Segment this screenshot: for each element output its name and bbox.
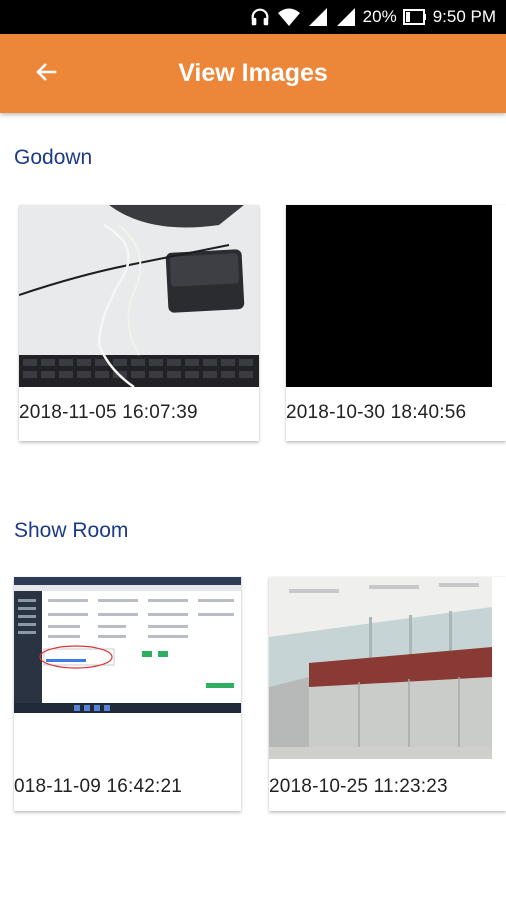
image-card[interactable]: 2018-10-30 18:40:56 — [286, 205, 506, 441]
image-timestamp: 2018-11-05 16:07:39 — [19, 402, 198, 423]
battery-percent: 20% — [362, 7, 397, 26]
signal-icon-2: 2 — [335, 6, 357, 28]
image-card[interactable]: 2018-11-05 16:07:39 — [19, 205, 259, 441]
clock: 9:50 PM — [432, 7, 496, 26]
image-timestamp: 2018-10-25 11:23:23 — [269, 776, 448, 797]
page-title: View Images — [178, 59, 328, 87]
image-thumbnail — [14, 577, 241, 713]
image-timestamp: 2018-10-30 18:40:56 — [286, 402, 467, 423]
section-title-show-room: Show Room — [14, 519, 129, 542]
arrow-left-icon — [34, 60, 58, 89]
app-bar: View Images — [0, 34, 506, 113]
section-title-godown: Godown — [14, 146, 93, 169]
image-timestamp: 018-11-09 16:42:21 — [14, 776, 183, 797]
image-thumbnail — [19, 205, 259, 387]
status-bar: 1 2 20% 9:50 PM — [0, 0, 506, 34]
image-card[interactable]: 2018-10-25 11:23:23 — [269, 577, 506, 811]
back-button[interactable] — [26, 54, 66, 94]
wifi-icon — [277, 6, 301, 28]
headphones-icon — [249, 6, 271, 28]
svg-text:1: 1 — [310, 10, 315, 19]
signal-icon: 1 — [307, 6, 329, 28]
image-thumbnail — [286, 205, 492, 387]
image-thumbnail — [269, 577, 492, 759]
battery-icon — [402, 9, 427, 25]
image-card[interactable]: 018-11-09 16:42:21 — [14, 577, 241, 811]
svg-text:2: 2 — [338, 10, 343, 19]
